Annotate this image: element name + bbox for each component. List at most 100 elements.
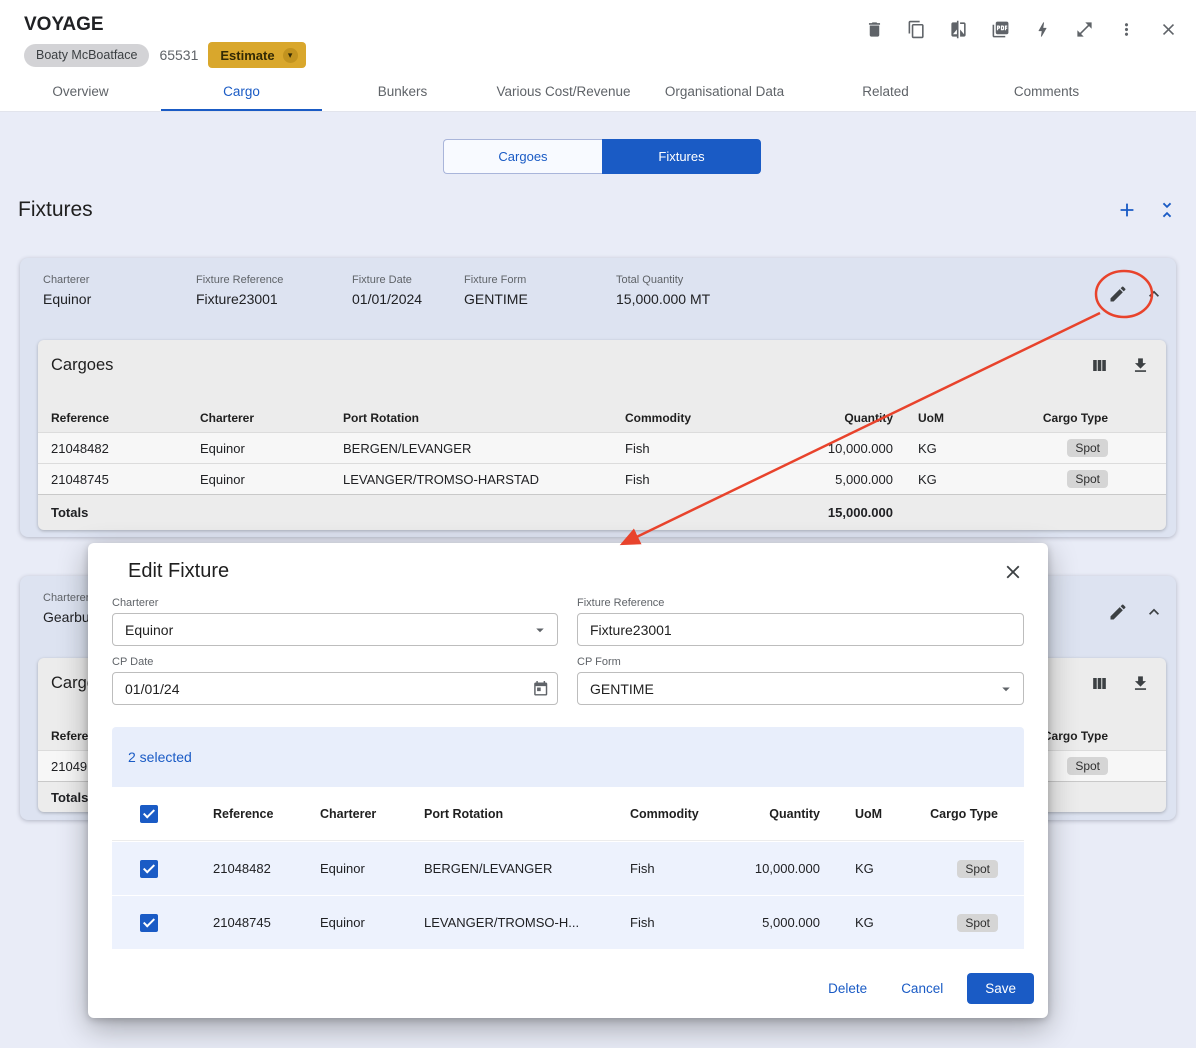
collapse-fixture-icon[interactable] — [1144, 284, 1164, 304]
tab-various-cost-revenue[interactable]: Various Cost/Revenue — [483, 73, 644, 111]
collapse-all-icon[interactable] — [1156, 199, 1178, 221]
fixture-reference-control — [577, 613, 1024, 646]
column-header: Reference — [213, 806, 274, 821]
field-label: CP Date — [112, 656, 154, 668]
row-checkbox[interactable] — [140, 913, 158, 932]
close-dialog-icon[interactable] — [1002, 561, 1024, 583]
row-checkbox[interactable] — [140, 859, 158, 878]
select-all-checkbox[interactable] — [140, 804, 158, 823]
cargoes-title: Cargoes — [51, 356, 114, 374]
edit-fixture-icon[interactable] — [1108, 602, 1128, 622]
cell-port-rotation: BERGEN/LEVANGER — [424, 861, 553, 876]
cargo-row[interactable]: 21048482 Equinor BERGEN/LEVANGER Fish 10… — [38, 432, 1166, 463]
column-header: Port Rotation — [424, 806, 504, 821]
toggle-cargoes[interactable]: Cargoes — [443, 139, 602, 174]
main-tabs: Overview Cargo Bunkers Various Cost/Reve… — [0, 73, 1127, 111]
voyage-number: 65531 — [159, 47, 199, 63]
add-fixture-icon[interactable] — [1116, 199, 1138, 221]
cell-reference: 21048482 — [213, 861, 271, 876]
columns-icon[interactable] — [1090, 674, 1109, 693]
calendar-icon[interactable] — [532, 680, 549, 698]
column-header: Reference — [51, 411, 110, 425]
dialog-table-header: Reference Charterer Port Rotation Commod… — [112, 787, 1024, 841]
delete-button[interactable]: Delete — [818, 973, 877, 1004]
tab-bunkers[interactable]: Bunkers — [322, 73, 483, 111]
totals-label: Totals — [51, 505, 89, 520]
cargo-type-chip: Spot — [1067, 757, 1108, 775]
fixtures-section-title: Fixtures — [18, 198, 93, 221]
tab-organisational-data[interactable]: Organisational Data — [644, 73, 805, 111]
charterer-field: Charterer Equinor — [112, 597, 558, 646]
pdf-icon[interactable] — [991, 20, 1010, 39]
field-value: GENTIME — [464, 291, 528, 307]
edit-fixture-dialog: Edit Fixture Charterer Equinor Fixture R… — [88, 543, 1048, 1018]
cargo-type-chip: Spot — [1067, 470, 1108, 488]
dialog-title: Edit Fixture — [128, 560, 230, 582]
compare-icon[interactable] — [949, 20, 968, 39]
field-value: 15,000.000 MT — [616, 291, 711, 307]
edit-fixture-icon[interactable] — [1108, 284, 1128, 304]
tab-cargo[interactable]: Cargo — [161, 73, 322, 111]
column-header: Cargo Type — [930, 806, 998, 821]
cell-quantity: 10,000.000 — [827, 440, 893, 456]
tab-overview[interactable]: Overview — [0, 73, 161, 111]
cargo-row[interactable]: 21048745 Equinor LEVANGER/TROMSO-HARSTAD… — [38, 463, 1166, 494]
bolt-icon[interactable] — [1033, 20, 1052, 39]
save-button[interactable]: Save — [967, 973, 1034, 1004]
more-vert-icon[interactable] — [1117, 20, 1136, 39]
selected-count: 2 selected — [128, 749, 192, 765]
columns-icon[interactable] — [1090, 356, 1109, 375]
cargoes-actions — [1090, 674, 1150, 693]
cell-commodity: Fish — [625, 440, 650, 456]
cp-date-input[interactable] — [125, 680, 532, 697]
column-header: Quantity — [844, 411, 893, 425]
dropdown-arrow-icon — [536, 628, 544, 632]
field-label: CP Form — [577, 656, 621, 668]
cell-commodity: Fish — [625, 471, 650, 487]
estimate-button[interactable]: Estimate ▾ — [208, 42, 306, 68]
fixture-card: Charterer Equinor Fixture Reference Fixt… — [20, 258, 1176, 537]
expand-icon[interactable] — [1075, 20, 1094, 39]
cell-quantity: 5,000.000 — [762, 915, 820, 930]
cp-form-select[interactable]: GENTIME — [577, 672, 1024, 705]
fixture-card-actions — [1108, 602, 1164, 622]
column-header: Quantity — [769, 806, 820, 821]
tab-related[interactable]: Related — [805, 73, 966, 111]
cell-reference: 21048745 — [51, 471, 109, 487]
cancel-button[interactable]: Cancel — [891, 973, 953, 1004]
dropdown-arrow-icon — [1002, 687, 1010, 691]
cell-port-rotation: LEVANGER/TROMSO-H... — [424, 915, 580, 930]
fixture-field-charterer: Charterer Equinor — [43, 274, 196, 307]
cargoes-table-header: Reference Charterer Port Rotation Commod… — [38, 404, 1166, 432]
fixture-field-date: Fixture Date 01/01/2024 — [352, 274, 464, 307]
fixture-reference-input[interactable] — [590, 621, 1011, 638]
copy-icon[interactable] — [907, 20, 926, 39]
dialog-buttons: Delete Cancel Save — [818, 973, 1034, 1004]
selected-value: Equinor — [125, 621, 174, 638]
field-value: Equinor — [43, 291, 92, 307]
field-label: Fixture Reference — [577, 597, 665, 609]
cargo-type-chip: Spot — [957, 913, 998, 932]
cell-uom: KG — [918, 471, 937, 487]
field-value: Fixture23001 — [196, 291, 278, 307]
dialog-cargo-row[interactable]: 21048482 Equinor BERGEN/LEVANGER Fish 10… — [112, 842, 1024, 895]
delete-icon[interactable] — [865, 20, 884, 39]
download-icon[interactable] — [1131, 356, 1150, 375]
fixture-field-form: Fixture Form GENTIME — [464, 274, 616, 307]
toggle-fixtures[interactable]: Fixtures — [602, 139, 761, 174]
tab-comments[interactable]: Comments — [966, 73, 1127, 111]
close-icon[interactable] — [1159, 20, 1178, 39]
selection-banner: 2 selected — [112, 727, 1024, 787]
cp-date-field: CP Date — [112, 656, 558, 705]
download-icon[interactable] — [1131, 674, 1150, 693]
cell-commodity: Fish — [630, 915, 655, 930]
cell-port-rotation: BERGEN/LEVANGER — [343, 440, 472, 456]
charterer-select[interactable]: Equinor — [112, 613, 558, 646]
vessel-chip[interactable]: Boaty McBoatface — [24, 43, 150, 67]
collapse-fixture-icon[interactable] — [1144, 602, 1164, 622]
estimate-button-label: Estimate — [220, 47, 275, 63]
cell-reference: 21048482 — [51, 440, 109, 456]
column-header: UoM — [918, 411, 944, 425]
dialog-cargo-row[interactable]: 21048745 Equinor LEVANGER/TROMSO-H... Fi… — [112, 896, 1024, 949]
cargoes-panel-header: Cargoes — [38, 340, 1166, 404]
